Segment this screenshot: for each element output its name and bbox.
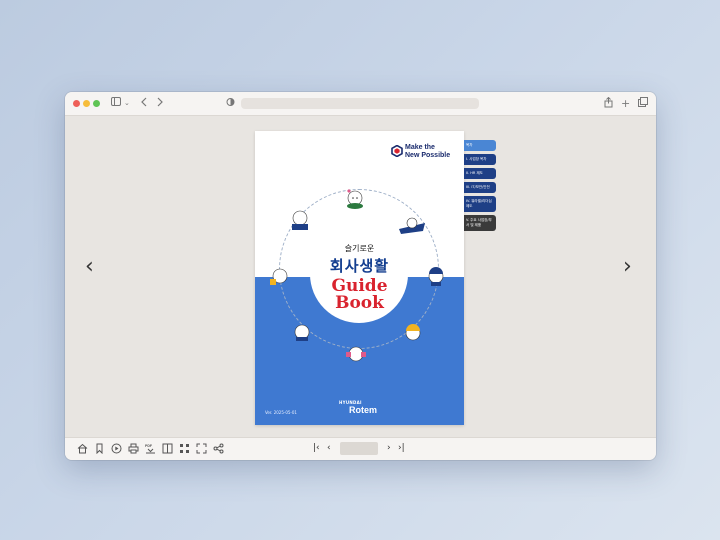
new-tab-icon[interactable]: + — [621, 97, 630, 110]
forward-icon[interactable] — [156, 97, 164, 111]
privacy-icon[interactable] — [226, 97, 235, 111]
mascot-in-boat-icon — [399, 217, 425, 234]
cover-subtitle: 슬기로운 — [344, 244, 375, 253]
mascot-with-heart-icon — [347, 189, 363, 209]
play-icon[interactable] — [111, 443, 122, 454]
sidebar-icon[interactable] — [111, 97, 121, 110]
cover-book-word: Book — [335, 293, 384, 313]
toc-tab-5[interactable]: V. 주요 사업장/부서 및 제품 — [464, 215, 496, 231]
book-cover-page: Make the New Possible 슬기로운 회사생활 Guide Bo… — [255, 131, 464, 425]
page-layout-icon[interactable] — [162, 443, 173, 454]
page-number-field[interactable] — [340, 442, 378, 455]
hexagon-logo-icon — [391, 145, 403, 157]
table-of-contents-tabs: 목차 I. 사업장 목차 II. HR 제도 III. IT/보안/안전 IV.… — [464, 140, 496, 234]
browser-window: ⌄ + ‹ › Make the New Possible 슬기로운 회사생활 … — [65, 92, 656, 460]
address-bar[interactable] — [241, 98, 479, 109]
share-icon[interactable] — [213, 443, 224, 454]
bookmark-icon[interactable] — [94, 443, 105, 454]
print-icon[interactable] — [128, 443, 139, 454]
toc-tab-1[interactable]: I. 사업장 목차 — [464, 154, 496, 165]
brand-slogan-text: Make the New Possible — [405, 144, 451, 159]
mascot-swimming-icon — [294, 324, 310, 341]
mascot-with-laptop-icon — [292, 210, 308, 230]
chevron-down-icon[interactable]: ⌄ — [124, 97, 130, 110]
toc-tab-contents[interactable]: 목차 — [464, 140, 496, 151]
tabs-icon[interactable] — [638, 97, 648, 111]
pdf-download-icon[interactable]: PDF — [145, 443, 156, 454]
viewer-toolbar: PDF |‹ ‹ › ›| — [65, 437, 656, 460]
next-page-arrow[interactable]: › — [623, 256, 632, 278]
cover-title: 회사생활 — [329, 257, 390, 275]
viewer-area: ‹ › Make the New Possible 슬기로운 회사생활 Guid… — [65, 116, 656, 436]
home-icon[interactable] — [77, 443, 88, 454]
fullscreen-icon[interactable] — [196, 443, 207, 454]
mascot-with-hardhat-icon — [405, 324, 421, 341]
mascot-with-cards-icon — [346, 346, 366, 362]
previous-page-arrow[interactable]: ‹ — [85, 256, 94, 278]
prev-page-button[interactable]: ‹ — [327, 443, 331, 454]
minimize-window-button[interactable] — [83, 100, 90, 107]
thumbnails-icon[interactable] — [179, 443, 190, 454]
toc-tab-3[interactable]: III. IT/보안/안전 — [464, 182, 496, 193]
last-page-button[interactable]: ›| — [398, 443, 405, 454]
brand-slogan: Make the New Possible — [405, 144, 450, 160]
first-page-button[interactable]: |‹ — [313, 443, 320, 454]
share-icon[interactable] — [604, 96, 613, 112]
close-window-button[interactable] — [73, 100, 80, 107]
toc-tab-2[interactable]: II. HR 제도 — [464, 168, 496, 179]
title-bar: ⌄ + — [65, 92, 656, 116]
zoom-window-button[interactable] — [93, 100, 100, 107]
toc-tab-4[interactable]: IV. 워라밸/리더십 제도 — [464, 196, 496, 212]
version-label: Ver. 2025-05-01 — [265, 410, 297, 415]
next-page-button[interactable]: › — [387, 443, 391, 454]
company-logo-name: Rotem — [349, 405, 378, 415]
svg-text:PDF: PDF — [145, 444, 153, 448]
back-icon[interactable] — [140, 97, 148, 111]
